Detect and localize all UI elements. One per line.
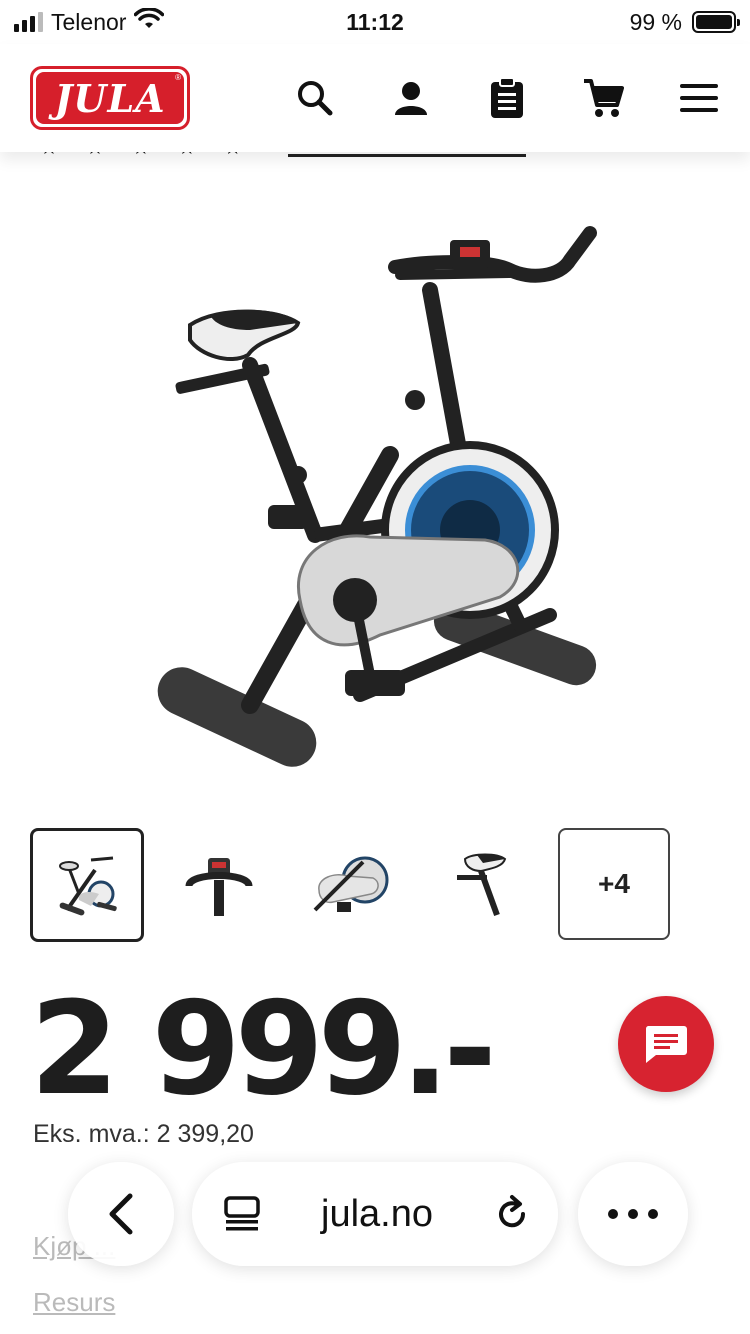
ellipsis-icon xyxy=(608,1209,658,1219)
thumbnail-bike-full[interactable] xyxy=(30,828,144,942)
site-header: JULA ® xyxy=(0,44,750,152)
search-icon[interactable] xyxy=(294,77,336,119)
logo-registered-mark: ® xyxy=(175,73,181,82)
more-images-button[interactable]: +4 xyxy=(558,828,670,940)
chevron-left-icon xyxy=(109,1193,133,1235)
faded-link[interactable]: Resurs xyxy=(33,1274,115,1330)
thumbnail-bike-flywheel[interactable] xyxy=(294,828,408,942)
menu-icon[interactable] xyxy=(678,77,720,119)
cart-icon[interactable] xyxy=(582,77,624,119)
battery-icon xyxy=(692,11,740,33)
reload-icon[interactable] xyxy=(492,1194,532,1234)
reader-tabs-icon[interactable] xyxy=(222,1194,262,1234)
status-bar: Telenor 11:12 99 % xyxy=(0,0,750,44)
browser-toolbar: jula.no xyxy=(0,1160,750,1270)
shopping-list-icon[interactable] xyxy=(486,77,528,119)
back-button[interactable] xyxy=(68,1162,174,1266)
chat-button[interactable] xyxy=(618,996,714,1092)
chat-icon xyxy=(645,1026,687,1063)
jula-logo[interactable]: JULA ® xyxy=(30,66,190,130)
product-price: 2 999.- xyxy=(30,975,497,1124)
thumbnail-bike-console[interactable] xyxy=(162,828,276,942)
address-bar[interactable]: jula.no xyxy=(192,1162,558,1266)
reviews-link-underline xyxy=(288,154,526,157)
product-main-image[interactable] xyxy=(130,205,620,805)
account-icon[interactable] xyxy=(390,77,432,119)
logo-text: JULA xyxy=(36,72,184,124)
price-ex-vat: Eks. mva.: 2 399,20 xyxy=(33,1120,254,1148)
clock: 11:12 xyxy=(346,8,404,35)
url-text: jula.no xyxy=(321,1192,433,1235)
thumbnail-bike-seat[interactable] xyxy=(426,828,540,942)
thumbnail-strip: +4 xyxy=(30,828,670,942)
more-options-button[interactable] xyxy=(578,1162,688,1266)
